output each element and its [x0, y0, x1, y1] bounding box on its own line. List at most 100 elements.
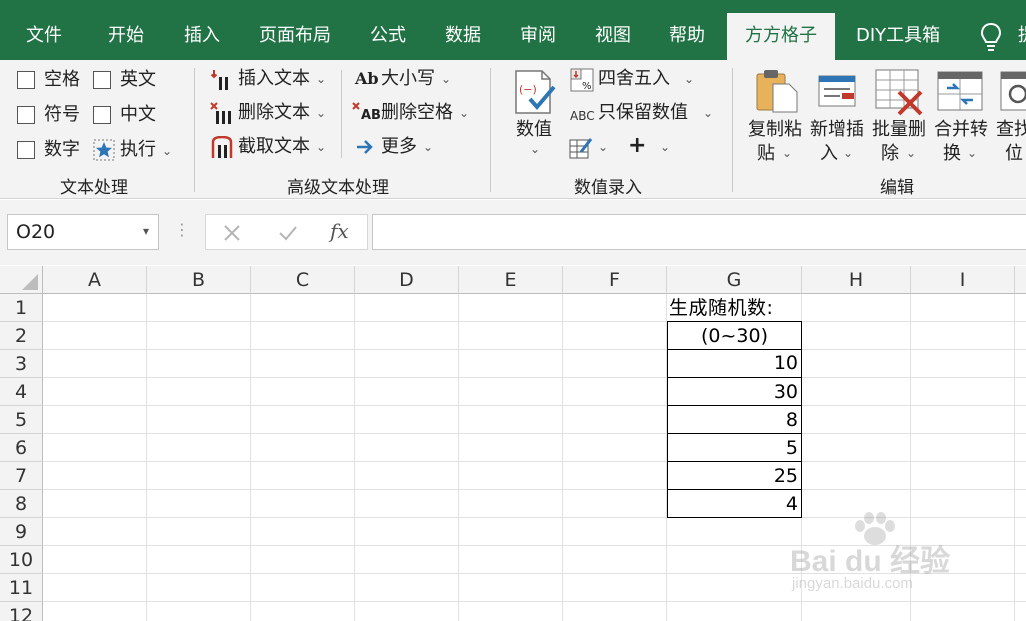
checkbox-symbol[interactable] — [17, 106, 35, 124]
tab-home[interactable]: 开始 — [108, 13, 144, 59]
keep-values-button[interactable]: 只保留数值 — [598, 101, 688, 125]
cell-g2[interactable]: (0~30) — [667, 321, 802, 350]
column-header-d[interactable]: D — [355, 266, 459, 294]
insert-new-button-line2[interactable]: 入 — [820, 142, 838, 166]
cell-g6[interactable]: 5 — [667, 433, 802, 462]
round-button[interactable]: 四舍五入 — [598, 67, 670, 91]
more-dropdown-icon[interactable]: ⌄ — [423, 140, 433, 154]
insert-text-dropdown-icon[interactable]: ⌄ — [316, 72, 326, 86]
column-header-e[interactable]: E — [459, 266, 563, 294]
insert-text-button[interactable]: 插入文本 — [238, 67, 310, 91]
column-header-h[interactable]: H — [802, 266, 911, 294]
case-button[interactable]: 大小写 — [381, 67, 435, 91]
copy-paste-dropdown-icon[interactable]: ⌄ — [782, 146, 792, 160]
batch-delete-button[interactable]: 批量删 — [872, 118, 926, 142]
case-dropdown-icon[interactable]: ⌄ — [441, 72, 451, 86]
checkbox-english[interactable] — [93, 71, 111, 89]
checkbox-number[interactable] — [17, 141, 35, 159]
gridline — [250, 294, 251, 621]
checkbox-space[interactable] — [17, 71, 35, 89]
find-position-button[interactable]: 查找 — [996, 118, 1026, 142]
checkbox-chinese[interactable] — [93, 106, 111, 124]
row-header-9[interactable]: 9 — [0, 518, 43, 546]
ribbon-separator — [341, 70, 342, 158]
option-space-label: 空格 — [44, 69, 80, 90]
option-number-label: 数字 — [44, 139, 80, 160]
extract-text-dropdown-icon[interactable]: ⌄ — [316, 140, 326, 154]
more-button[interactable]: 更多 — [381, 135, 417, 159]
column-header-i[interactable]: I — [911, 266, 1015, 294]
delete-spaces-dropdown-icon[interactable]: ⌄ — [459, 106, 469, 120]
insert-new-button[interactable]: 新增插 — [810, 118, 864, 142]
plus-button[interactable]: + — [628, 134, 646, 158]
delete-spaces-button[interactable]: 删除空格 — [381, 101, 453, 125]
delete-text-button[interactable]: 删除文本 — [238, 101, 310, 125]
cell-g4[interactable]: 30 — [667, 377, 802, 406]
cell-g8[interactable]: 4 — [667, 489, 802, 518]
tab-fangfang-gezi[interactable]: 方方格子 — [727, 13, 835, 60]
enter-check-icon[interactable] — [278, 224, 298, 242]
row-header-6[interactable]: 6 — [0, 434, 43, 462]
keep-values-dropdown-icon[interactable]: ⌄ — [703, 106, 713, 120]
copy-paste-button-line2[interactable]: 贴 — [757, 142, 775, 166]
find-position-button-line2[interactable]: 位 — [1005, 142, 1023, 166]
column-header-b[interactable]: B — [147, 266, 251, 294]
cell-g1[interactable]: 生成随机数: — [667, 294, 802, 322]
row-header-8[interactable]: 8 — [0, 490, 43, 518]
row-header-10[interactable]: 10 — [0, 546, 43, 574]
cell-g5[interactable]: 8 — [667, 405, 802, 434]
cell-g3[interactable]: 10 — [667, 349, 802, 378]
tab-data[interactable]: 数据 — [445, 13, 481, 59]
number-button[interactable]: 数值 — [516, 118, 552, 142]
tab-view[interactable]: 视图 — [595, 13, 631, 59]
row-header-3[interactable]: 3 — [0, 350, 43, 378]
batch-delete-dropdown-icon[interactable]: ⌄ — [906, 146, 916, 160]
tab-insert[interactable]: 插入 — [184, 13, 220, 59]
tab-review[interactable]: 审阅 — [520, 13, 556, 59]
row-header-2[interactable]: 2 — [0, 322, 43, 350]
row-header-5[interactable]: 5 — [0, 406, 43, 434]
row-header-11[interactable]: 11 — [0, 574, 43, 602]
row-header-12[interactable]: 12 — [0, 602, 43, 621]
insert-function-icon[interactable]: fx — [330, 219, 349, 243]
tab-page-layout[interactable]: 页面布局 — [259, 13, 331, 59]
delete-text-dropdown-icon[interactable]: ⌄ — [316, 106, 326, 120]
column-header-f[interactable]: F — [563, 266, 667, 294]
copy-paste-button[interactable]: 复制粘 — [748, 118, 802, 142]
tab-file[interactable]: 文件 — [26, 13, 62, 59]
merge-convert-button[interactable]: 合并转 — [934, 118, 988, 142]
row-header-1[interactable]: 1 — [0, 294, 43, 322]
extract-text-button[interactable]: 截取文本 — [238, 135, 310, 159]
cancel-icon[interactable] — [223, 224, 241, 242]
lightbulb-icon[interactable] — [978, 22, 1004, 52]
batch-delete-button-line2[interactable]: 除 — [881, 142, 899, 166]
plus-dropdown-icon[interactable]: ⌄ — [660, 140, 670, 154]
select-all-button[interactable] — [0, 266, 43, 294]
name-box-dropdown-icon[interactable]: ▾ — [143, 224, 149, 238]
name-box[interactable]: O20 ▾ — [7, 214, 159, 250]
formula-input[interactable] — [372, 214, 1026, 250]
insert-new-dropdown-icon[interactable]: ⌄ — [843, 146, 853, 160]
gridline — [43, 573, 1026, 574]
formula-bar-grip-icon[interactable]: ⋮ — [174, 220, 190, 239]
worksheet-grid — [0, 266, 1026, 621]
number-dropdown-icon[interactable]: ⌄ — [530, 142, 540, 156]
tab-help[interactable]: 帮助 — [669, 13, 705, 59]
merge-convert-button-line2[interactable]: 换 — [943, 142, 961, 166]
column-header-g[interactable]: G — [667, 266, 802, 294]
column-header-j[interactable] — [1015, 266, 1026, 294]
column-header-c[interactable]: C — [251, 266, 355, 294]
execute-button[interactable]: 执行 — [120, 138, 156, 162]
row-header-7[interactable]: 7 — [0, 462, 43, 490]
merge-convert-dropdown-icon[interactable]: ⌄ — [967, 146, 977, 160]
execute-dropdown-icon[interactable]: ⌄ — [162, 144, 172, 158]
formula-buttons: fx — [205, 214, 368, 250]
round-dropdown-icon[interactable]: ⌄ — [684, 72, 694, 86]
column-header-a[interactable]: A — [43, 266, 147, 294]
row-header-4[interactable]: 4 — [0, 378, 43, 406]
tab-overflow[interactable]: 提 — [1018, 13, 1026, 59]
tab-formulas[interactable]: 公式 — [370, 13, 406, 59]
tab-diy-toolbox[interactable]: DIY工具箱 — [856, 13, 940, 59]
edit-table-dropdown-icon[interactable]: ⌄ — [598, 140, 608, 154]
cell-g7[interactable]: 25 — [667, 461, 802, 490]
